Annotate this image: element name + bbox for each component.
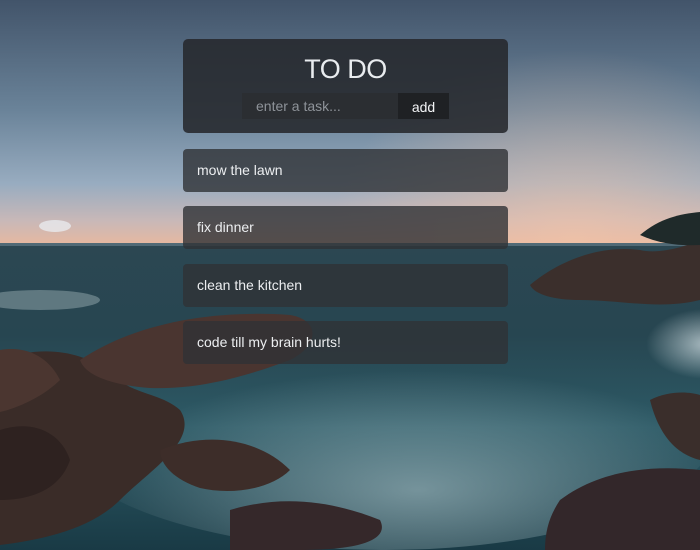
task-item[interactable]: fix dinner [183, 206, 508, 249]
task-item[interactable]: clean the kitchen [183, 264, 508, 307]
add-button[interactable]: add [398, 93, 449, 119]
todo-header-card: TO DO add [183, 39, 508, 133]
app-screen: TO DO add mow the lawn fix dinner clean … [0, 0, 700, 550]
task-item[interactable]: mow the lawn [183, 149, 508, 192]
task-input[interactable] [242, 93, 398, 119]
app-title: TO DO [304, 54, 387, 84]
task-item[interactable]: code till my brain hurts! [183, 321, 508, 364]
